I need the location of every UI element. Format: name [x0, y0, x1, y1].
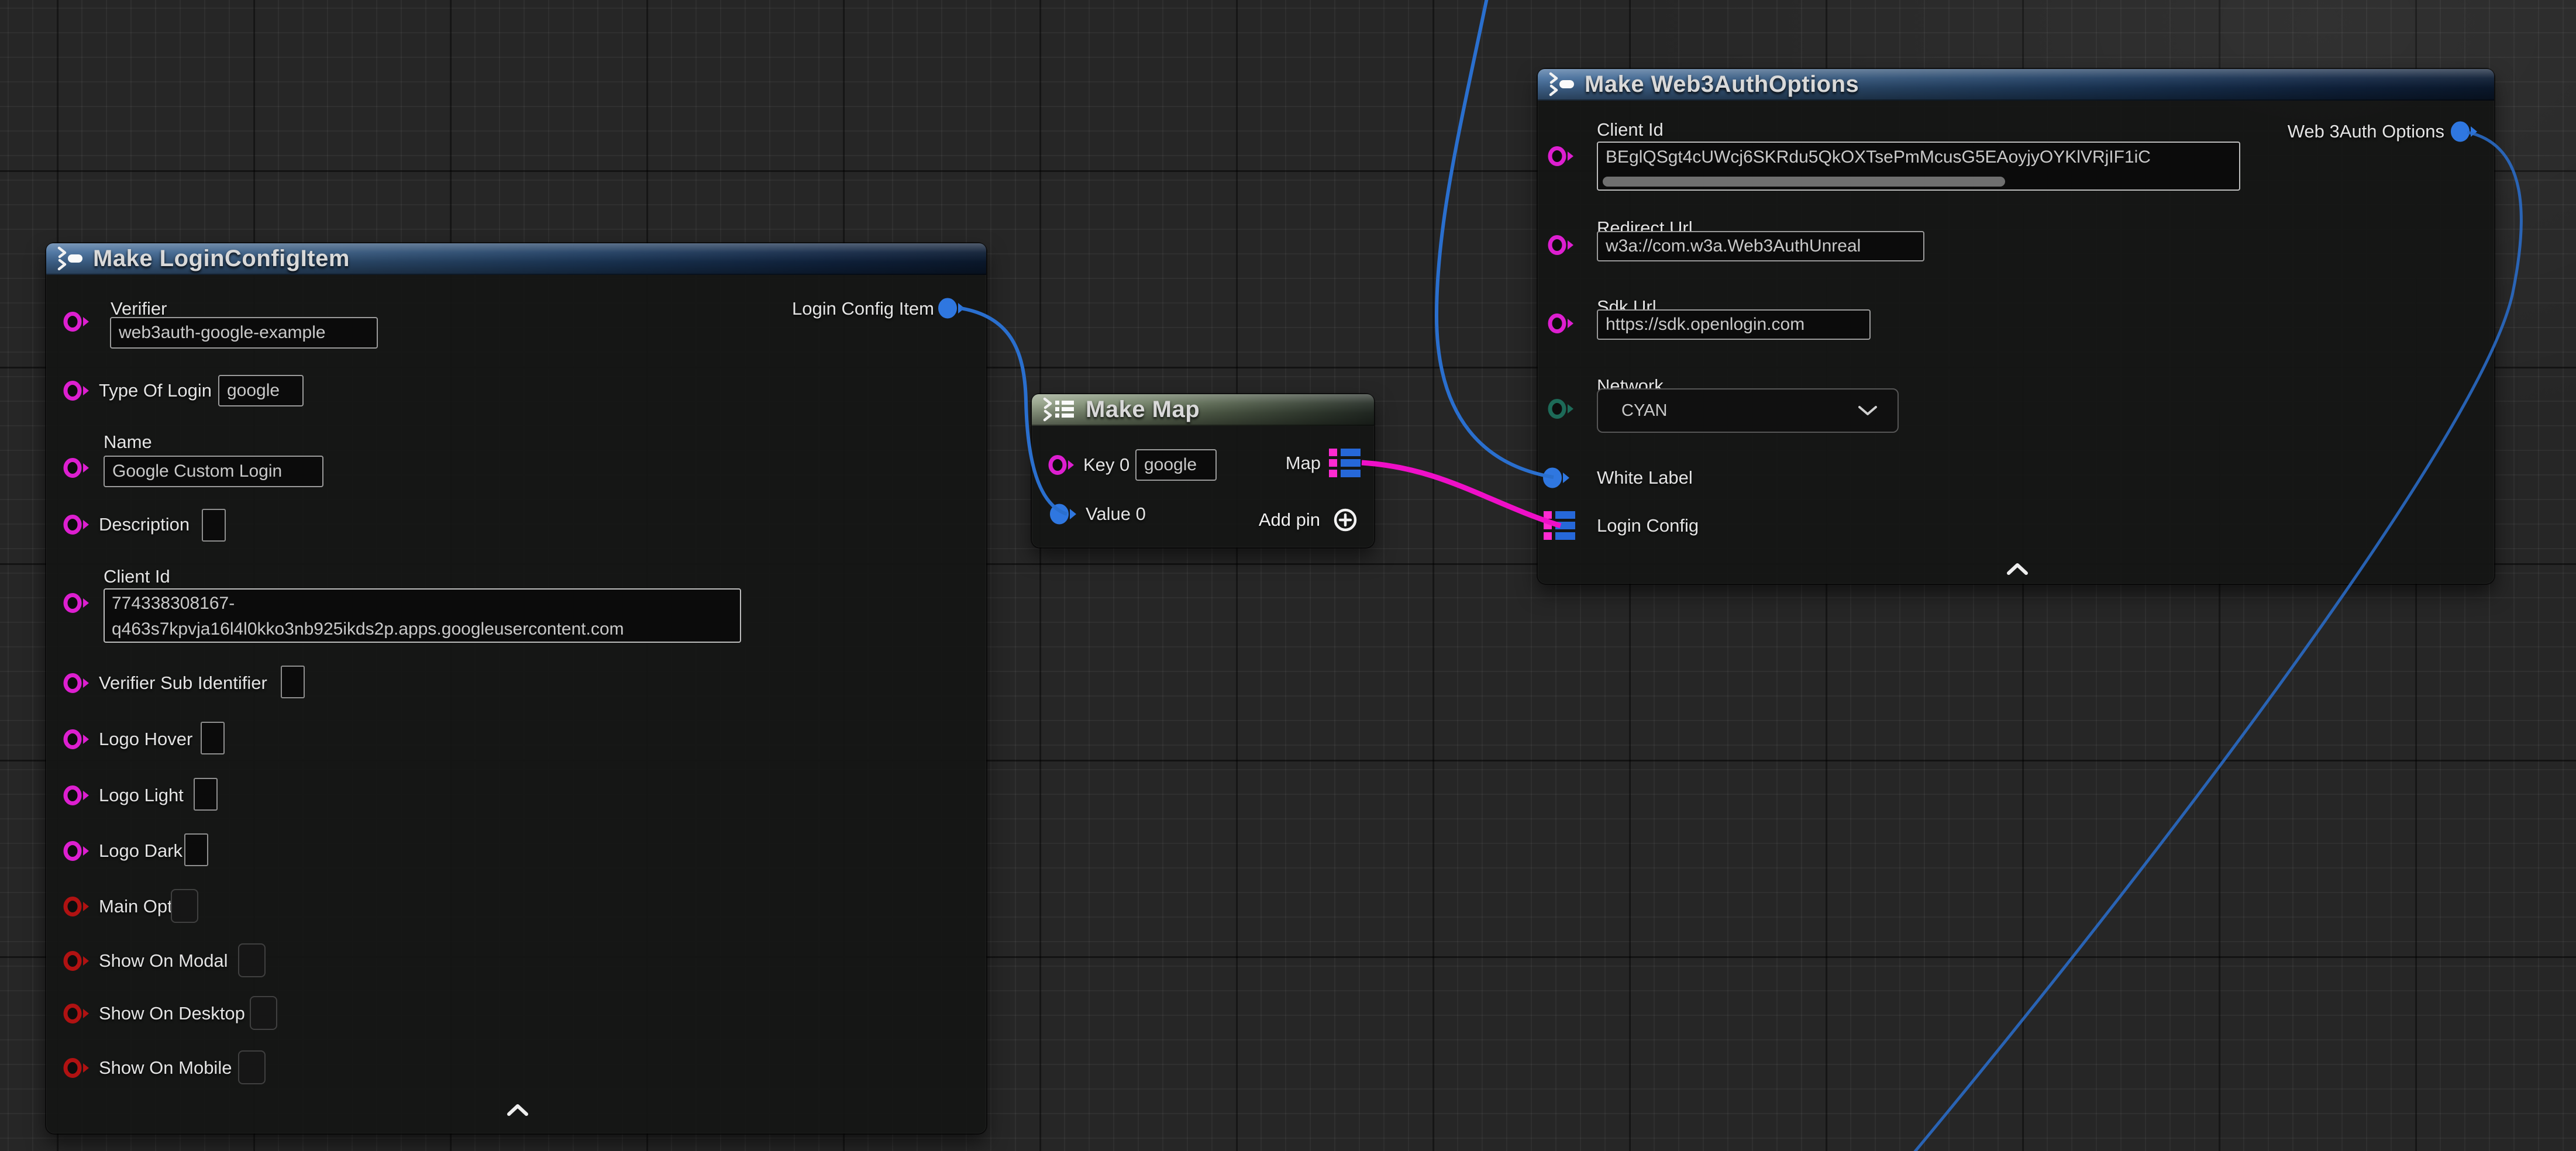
- pin-label-show-on-desktop: Show On Desktop: [99, 1002, 245, 1025]
- chevron-down-icon: [1858, 405, 1878, 416]
- type-of-login-input[interactable]: google: [218, 375, 304, 406]
- add-pin-label: Add pin: [1259, 509, 1320, 530]
- pin-label-show-on-modal: Show On Modal: [99, 949, 228, 973]
- pin-label-client-id: Client Id: [104, 565, 170, 588]
- pin-show-on-desktop[interactable]: [63, 1002, 91, 1025]
- collapse-node-button[interactable]: [506, 1103, 529, 1117]
- pin-description[interactable]: [63, 514, 91, 536]
- pin-logo-dark[interactable]: [63, 840, 91, 862]
- pin-sdk-url[interactable]: [1547, 312, 1575, 335]
- output-label-map: Map: [1286, 452, 1321, 475]
- description-input[interactable]: [202, 509, 226, 542]
- node-title: Make Map: [1086, 397, 1200, 423]
- pin-white-label[interactable]: [1542, 467, 1571, 489]
- pin-client-id[interactable]: [1547, 145, 1575, 167]
- logo-light-input[interactable]: [194, 778, 218, 811]
- pin-network[interactable]: [1547, 398, 1575, 420]
- client-id-input[interactable]: 774338308167-q463s7kpvja16l4l0kko3nb925i…: [104, 588, 741, 643]
- pin-label-verifier-sub-identifier: Verifier Sub Identifier: [99, 671, 267, 695]
- pin-map-output[interactable]: [1328, 448, 1362, 478]
- pin-type-of-login[interactable]: [63, 380, 91, 402]
- node-make-web3authoptions[interactable]: Make Web3AuthOptions Web 3Auth Options C…: [1538, 69, 2494, 584]
- main-option-checkbox[interactable]: [171, 889, 198, 923]
- collapse-node-button[interactable]: [2006, 562, 2029, 576]
- show-on-modal-checkbox[interactable]: [238, 943, 266, 977]
- pin-client-id[interactable]: [63, 592, 91, 614]
- pin-key-0[interactable]: [1048, 454, 1076, 476]
- name-input[interactable]: Google Custom Login: [104, 456, 323, 487]
- verifier-input[interactable]: web3auth-google-example: [110, 317, 378, 349]
- pin-show-on-modal[interactable]: [63, 950, 91, 972]
- pin-show-on-mobile[interactable]: [63, 1057, 91, 1079]
- pin-label-white-label: White Label: [1597, 466, 1693, 490]
- network-dropdown[interactable]: CYAN: [1597, 388, 1899, 433]
- pin-label-show-on-mobile: Show On Mobile: [99, 1056, 232, 1080]
- node-make-loginconfigitem[interactable]: Make LoginConfigItem Login Config Item V…: [46, 243, 986, 1133]
- pin-main-option[interactable]: [63, 895, 91, 918]
- output-label-login-config-item: Login Config Item: [792, 297, 934, 321]
- pin-login-config-item-output[interactable]: [938, 297, 966, 319]
- logo-hover-input[interactable]: [201, 722, 225, 754]
- node-title: Make Web3AuthOptions: [1585, 71, 1859, 98]
- node-header-make-loginconfigitem[interactable]: Make LoginConfigItem: [46, 243, 986, 275]
- pin-label-key-0: Key 0: [1083, 453, 1129, 477]
- pin-web3auth-options-output[interactable]: [2450, 120, 2478, 143]
- add-pin-button[interactable]: Add pin: [1259, 508, 1358, 532]
- logo-dark-input[interactable]: [184, 833, 208, 866]
- pin-name[interactable]: [63, 457, 91, 479]
- make-struct-icon: [1548, 72, 1575, 97]
- client-id-scrollbar[interactable]: [1603, 177, 2005, 187]
- sdk-url-input[interactable]: https://sdk.openlogin.com: [1597, 309, 1871, 340]
- pin-label-login-config: Login Config: [1597, 514, 1699, 537]
- network-dropdown-value: CYAN: [1621, 401, 1667, 421]
- pin-label-name: Name: [104, 430, 152, 454]
- verifier-sub-identifier-input[interactable]: [281, 666, 305, 698]
- pin-login-config[interactable]: [1542, 511, 1576, 541]
- pin-label-description: Description: [99, 513, 190, 536]
- redirect-url-input[interactable]: w3a://com.w3a.Web3AuthUnreal: [1597, 231, 1924, 261]
- wire-offscreen-to-whitelabel[interactable]: [1437, 0, 1554, 477]
- client-id-value: BEglQSgt4cUWcj6SKRdu5QkOXTsePmMcusG5EAoy…: [1606, 143, 2151, 172]
- pin-verifier-sub-identifier[interactable]: [63, 672, 91, 694]
- pin-label-type-of-login: Type Of Login: [99, 379, 212, 402]
- node-header-make-web3authoptions[interactable]: Make Web3AuthOptions: [1538, 69, 2494, 101]
- output-label-web3auth-options: Web 3Auth Options: [2288, 120, 2444, 143]
- make-map-icon: [1042, 397, 1076, 422]
- make-struct-icon: [57, 246, 84, 271]
- pin-logo-hover[interactable]: [63, 728, 91, 750]
- show-on-desktop-checkbox[interactable]: [250, 996, 277, 1030]
- pin-label-logo-hover: Logo Hover: [99, 728, 192, 751]
- pin-label-value-0: Value 0: [1086, 502, 1146, 526]
- node-header-make-map[interactable]: Make Map: [1032, 394, 1374, 426]
- pin-value-0[interactable]: [1049, 503, 1077, 525]
- pin-label-logo-dark: Logo Dark: [99, 839, 182, 863]
- pin-verifier[interactable]: [63, 311, 91, 333]
- show-on-mobile-checkbox[interactable]: [238, 1050, 266, 1084]
- blueprint-canvas[interactable]: { "editor": "unreal-blueprint-graph", "c…: [0, 0, 2576, 1151]
- pin-logo-light[interactable]: [63, 784, 91, 807]
- pin-label-logo-light: Logo Light: [99, 784, 184, 807]
- pin-redirect-url[interactable]: [1547, 234, 1575, 256]
- add-pin-icon: [1333, 508, 1358, 532]
- wire-map-to-loginconfig[interactable]: [1362, 463, 1561, 526]
- node-make-map[interactable]: Make Map Key 0 google Map Value 0 Add pi…: [1032, 394, 1374, 547]
- key-0-input[interactable]: google: [1135, 449, 1217, 481]
- node-title: Make LoginConfigItem: [93, 246, 350, 272]
- pin-label-client-id: Client Id: [1597, 118, 1664, 142]
